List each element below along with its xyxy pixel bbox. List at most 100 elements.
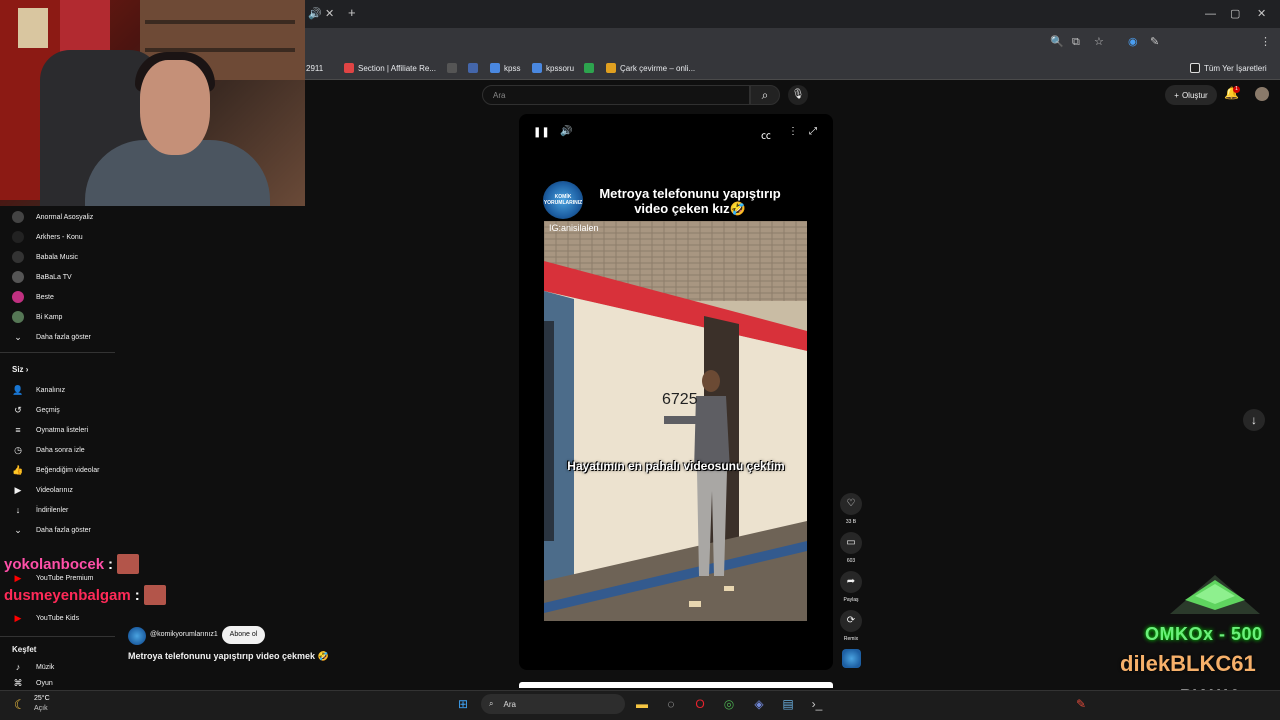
- sidebar-item-downloads[interactable]: ↓ İndirilenler: [0, 500, 115, 520]
- install-app-icon[interactable]: ⧉: [1072, 35, 1080, 49]
- bookmark-star-icon[interactable]: ☆: [1094, 35, 1104, 49]
- bookmark-kpssoru[interactable]: kpssoru: [532, 60, 574, 76]
- app-icon[interactable]: ◌: [662, 695, 680, 713]
- sidebar-item-gaming[interactable]: ⌘ Oyun: [0, 677, 115, 690]
- bookmark-favicon-icon: [344, 63, 354, 73]
- voice-search-button[interactable]: 🎙: [788, 85, 808, 105]
- terminal-icon[interactable]: ›_: [808, 695, 826, 713]
- windows-start-icon[interactable]: ⊞: [454, 695, 472, 713]
- zoom-icon[interactable]: 🔍: [1050, 35, 1064, 49]
- sidebar-show-more-you[interactable]: ⌄ Daha fazla göster: [0, 520, 115, 540]
- doc-icon: [532, 63, 542, 73]
- plus-icon: +: [1174, 90, 1179, 100]
- tray-app-icon[interactable]: ✎: [1072, 695, 1090, 713]
- browser-menu-icon[interactable]: ⋮: [1260, 35, 1271, 49]
- captions-icon[interactable]: ㏄: [761, 127, 771, 142]
- bookmark-2911[interactable]: 2911: [306, 60, 323, 76]
- short-description[interactable]: Metroya telefonunu yapıştırıp video çekm…: [128, 651, 329, 662]
- sound-thumbnail[interactable]: [842, 649, 861, 668]
- bookmark-shield[interactable]: [468, 60, 478, 76]
- heart-icon: ♡: [846, 498, 856, 509]
- create-button[interactable]: + Oluştur: [1165, 85, 1217, 105]
- moon-icon[interactable]: ☾: [14, 697, 26, 713]
- gamepad-icon: ⌘: [13, 678, 23, 688]
- more-options-icon[interactable]: ⋮: [788, 126, 798, 137]
- media-control-icon[interactable]: ◉: [1128, 35, 1138, 49]
- bookmark-favicon-icon: [584, 63, 594, 73]
- comments-button[interactable]: ▭: [840, 532, 862, 554]
- weather-description[interactable]: Açık: [34, 705, 48, 712]
- account-avatar[interactable]: [1255, 87, 1269, 101]
- remix-button[interactable]: ⟳: [840, 610, 862, 632]
- bookmark-green[interactable]: [584, 60, 594, 76]
- share-icon: ➦: [846, 576, 856, 587]
- comment-count: 603: [846, 558, 856, 564]
- opera-icon[interactable]: O: [691, 695, 709, 713]
- sidebar-item-your-channel[interactable]: 👤 Kanalınız: [0, 380, 115, 400]
- sidebar-sub-arkhers[interactable]: Arkhers - Konu: [0, 227, 115, 247]
- sidebar-divider: [0, 636, 115, 637]
- like-button[interactable]: ♡: [840, 493, 862, 515]
- playlist-icon: ≡: [15, 425, 21, 435]
- metro-scene: [544, 221, 807, 621]
- tab-close-icon[interactable]: ✕: [325, 7, 334, 21]
- video-channel-logo: KOMİK YORUMLARINIZ: [543, 181, 583, 219]
- tab-audio-icon[interactable]: 🔊: [308, 7, 322, 21]
- sidebar-sub-anormal-asosyaliz[interactable]: Anormal Asosyaliz: [0, 207, 115, 227]
- channel-avatar: [12, 211, 24, 223]
- sidebar-item-playlists[interactable]: ≡ Oynatma listeleri: [0, 420, 115, 440]
- minimize-icon[interactable]: —: [1205, 7, 1216, 21]
- bookmark-cark-cevirme[interactable]: Çark çevirme – onli...: [606, 60, 695, 76]
- sidebar-sub-beste[interactable]: Beste: [0, 287, 115, 307]
- chat-separator: :: [134, 586, 140, 604]
- person-icon: 👤: [12, 384, 24, 395]
- sidebar-item-history[interactable]: ↺ Geçmiş: [0, 400, 115, 420]
- next-short-button[interactable]: ↓: [1243, 409, 1265, 431]
- donation-pile-graphic: [1170, 575, 1260, 614]
- subscribe-button[interactable]: Abone ol: [222, 626, 265, 644]
- chevron-down-icon: ⌄: [14, 331, 22, 342]
- donation-goal-text: OMKOx - 500: [1145, 624, 1263, 644]
- new-tab-button[interactable]: +: [348, 6, 356, 20]
- sidebar: Anormal Asosyaliz Arkhers - Konu Babala …: [0, 206, 115, 696]
- sidebar-sub-babala-music[interactable]: Babala Music: [0, 247, 115, 267]
- app-window-icon[interactable]: ▤: [779, 695, 797, 713]
- arrow-down-icon: ↓: [1251, 413, 1257, 427]
- search-input[interactable]: Ara: [482, 85, 750, 105]
- window-close-icon[interactable]: ✕: [1257, 7, 1266, 21]
- top-donor-name: dilekBLKC61: [1120, 651, 1256, 676]
- sidebar-show-more-subscriptions[interactable]: ⌄ Daha fazla göster: [0, 327, 115, 347]
- download-icon: ↓: [15, 505, 21, 515]
- bookmark-icon-only[interactable]: [447, 60, 457, 76]
- sidebar-sub-bi-kamp[interactable]: Bi Kamp: [0, 307, 115, 327]
- sidebar-item-youtube-kids[interactable]: ▶ YouTube Kids: [0, 608, 115, 628]
- file-explorer-icon[interactable]: ▬: [633, 695, 651, 713]
- sidebar-item-watch-later[interactable]: ◷ Daha sonra izle: [0, 440, 115, 460]
- sidebar-sub-babala-tv[interactable]: BaBaLa TV: [0, 267, 115, 287]
- share-button[interactable]: ➦: [840, 571, 862, 593]
- chrome-icon[interactable]: ◎: [720, 695, 738, 713]
- sidebar-item-music[interactable]: ♪ Müzik: [0, 657, 115, 677]
- search-button[interactable]: ⌕: [750, 85, 780, 105]
- chevron-down-icon: ⌄: [14, 524, 22, 535]
- video-frame: [544, 221, 807, 621]
- volume-icon[interactable]: 🔊: [560, 126, 572, 137]
- channel-handle[interactable]: @komikyorumlarınız1: [150, 631, 218, 638]
- chat-emote: [143, 585, 166, 605]
- weather-temperature[interactable]: 25°C: [34, 695, 50, 702]
- sidebar-heading-you[interactable]: Siz ›: [12, 365, 28, 374]
- share-label: Paylaş: [843, 597, 859, 603]
- taskbar-search[interactable]: ⌕ Ara: [481, 694, 625, 714]
- discord-icon[interactable]: ◈: [750, 695, 768, 713]
- channel-avatar[interactable]: [128, 627, 146, 645]
- pause-icon[interactable]: ❚❚: [533, 127, 550, 138]
- train-number: 6725: [662, 391, 698, 408]
- all-bookmarks[interactable]: Tüm Yer İşaretleri: [1190, 60, 1267, 76]
- extension-icon[interactable]: ✎: [1150, 35, 1159, 49]
- sidebar-item-your-videos[interactable]: ▶ Videolarınız: [0, 480, 115, 500]
- fullscreen-icon[interactable]: ⤢: [809, 126, 817, 137]
- maximize-icon[interactable]: ▢: [1230, 7, 1240, 21]
- bookmark-section-affiliate[interactable]: Section | Affiliate Re...: [344, 60, 436, 76]
- sidebar-item-liked-videos[interactable]: 👍 Beğendiğim videolar: [0, 460, 115, 480]
- bookmark-kpss[interactable]: kpss: [490, 60, 520, 76]
